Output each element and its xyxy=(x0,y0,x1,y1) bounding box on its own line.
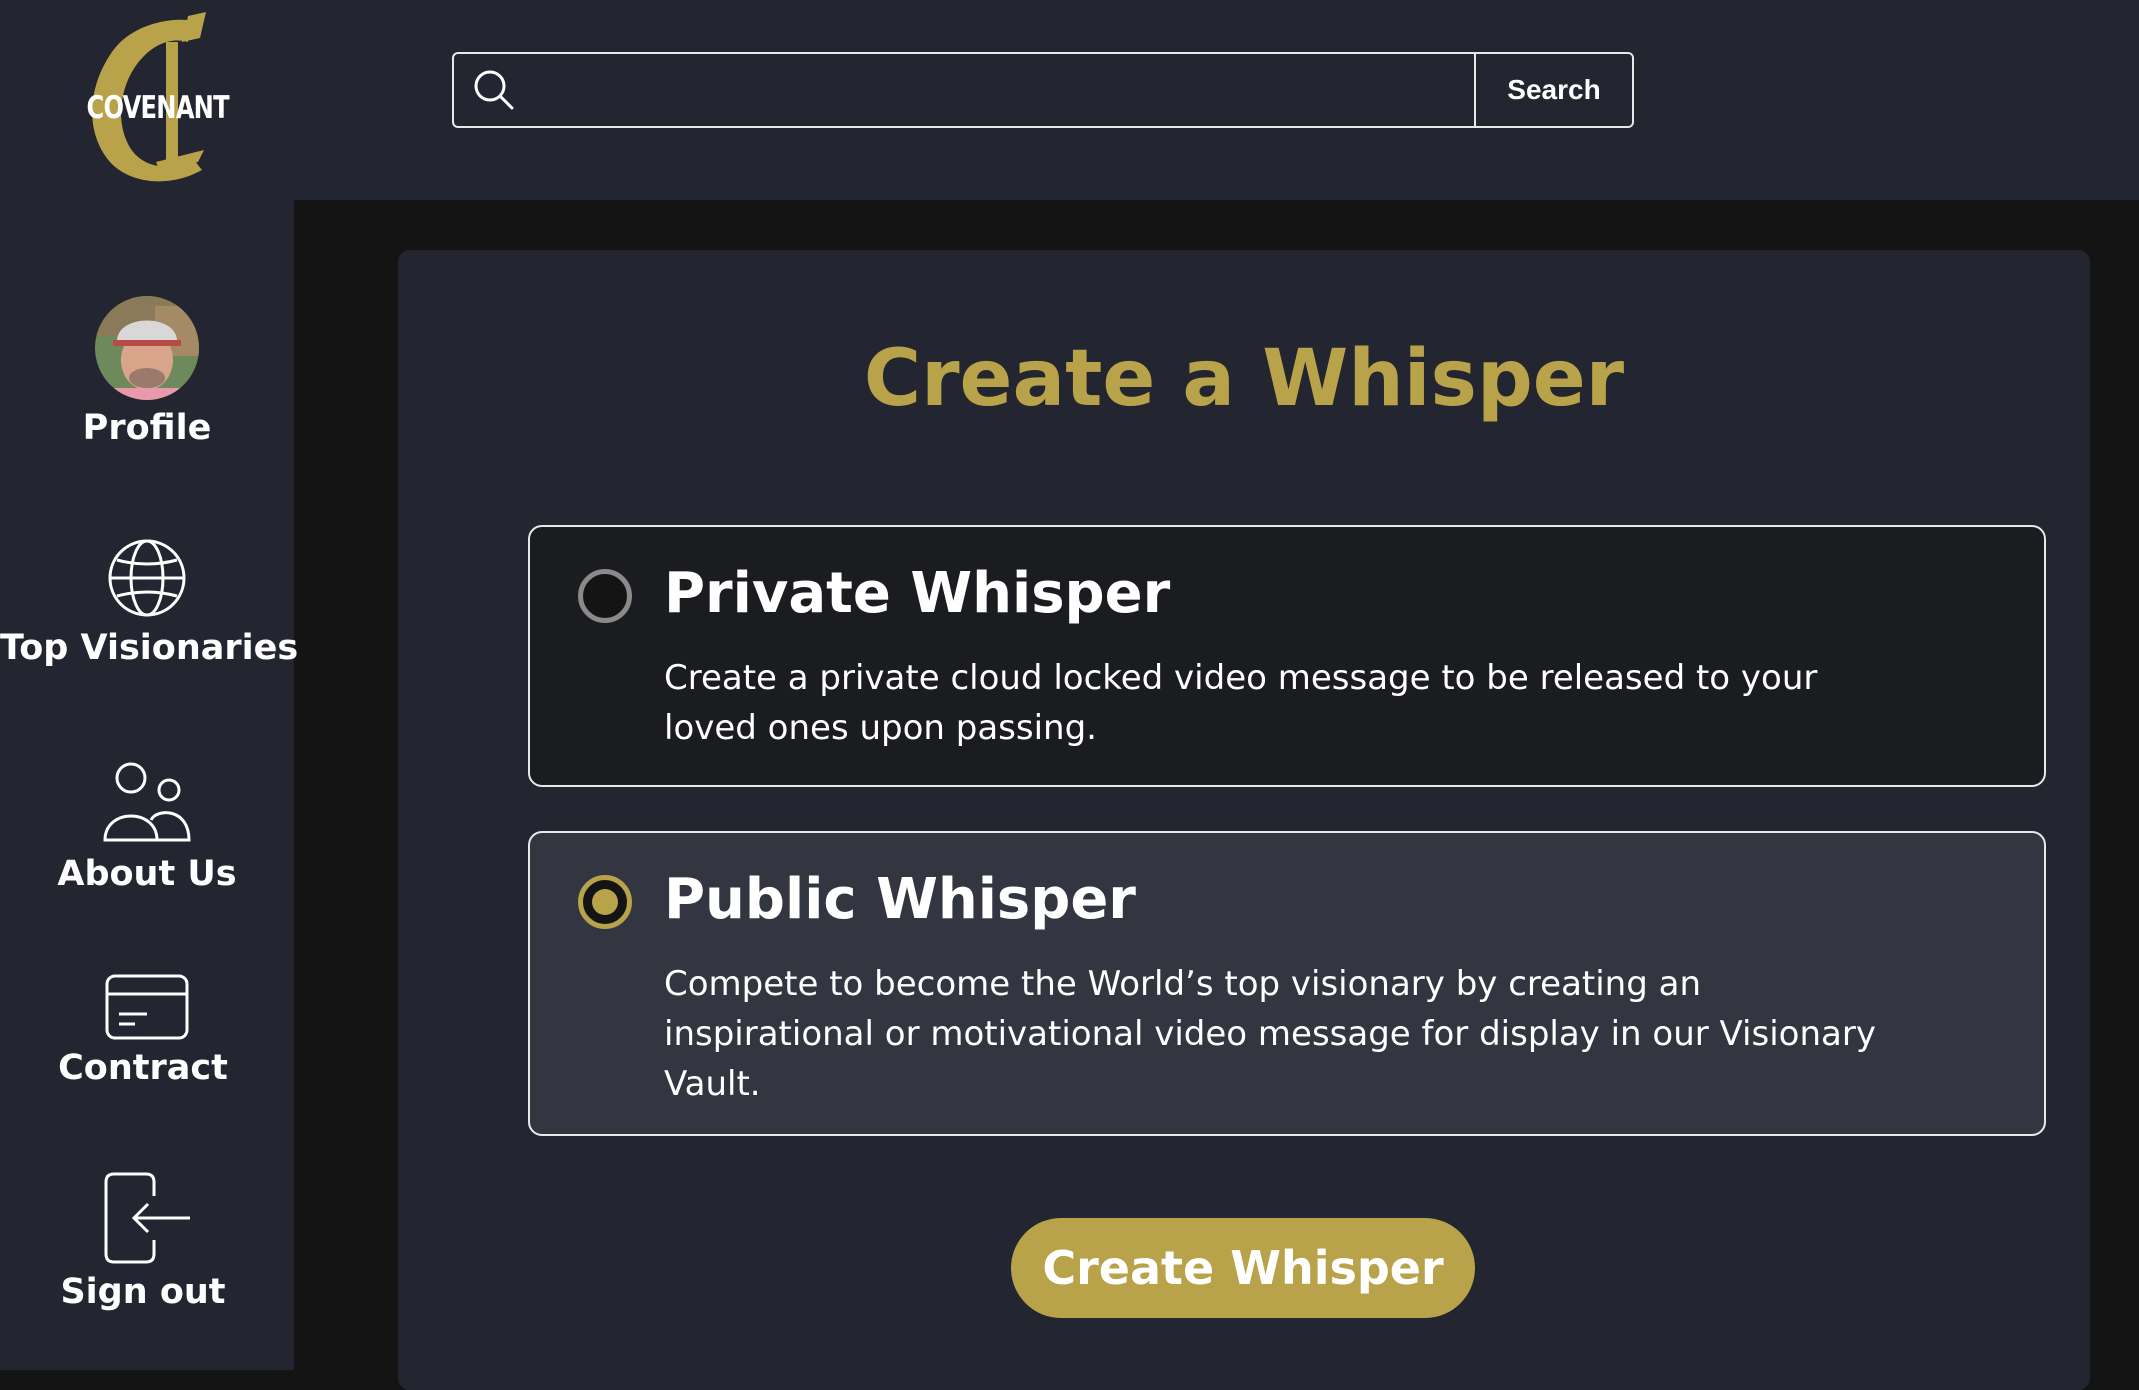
sidebar-item-sign-out[interactable]: Sign out xyxy=(0,1172,294,1312)
option-description: Compete to become the World’s top vision… xyxy=(664,964,1876,1104)
logo-wordmark: COVENANT xyxy=(86,90,230,126)
page-title: Create a Whisper xyxy=(863,334,1625,424)
public-whisper-option[interactable]: Public Whisper Compete to become the Wor… xyxy=(528,831,2046,1136)
search-button[interactable]: Search xyxy=(1474,54,1632,126)
sidebar-item-about-us[interactable]: About Us xyxy=(0,760,294,894)
sidebar-item-label: Contract xyxy=(58,1048,228,1088)
sign-out-icon xyxy=(104,1172,190,1264)
search-icon xyxy=(454,54,534,126)
sidebar-item-contract[interactable]: Contract xyxy=(0,974,294,1088)
sidebar-item-label: Top Visionaries xyxy=(0,628,299,668)
create-whisper-card: Create a Whisper Private Whisper Create … xyxy=(398,250,2090,1390)
option-title: Public Whisper xyxy=(664,867,1136,932)
credit-card-icon xyxy=(105,974,189,1040)
public-whisper-radio[interactable] xyxy=(578,875,632,929)
covenant-logo[interactable]: COVENANT xyxy=(70,12,230,184)
sidebar-item-top-visionaries[interactable]: Top Visionaries xyxy=(0,536,299,668)
private-whisper-option[interactable]: Private Whisper Create a private cloud l… xyxy=(528,525,2046,787)
option-title: Private Whisper xyxy=(664,561,1171,626)
option-description: Create a private cloud locked video mess… xyxy=(664,658,1818,748)
sidebar-item-label: Profile xyxy=(82,408,212,448)
sidebar-item-label: Sign out xyxy=(60,1272,226,1312)
search-bar: Search xyxy=(452,52,1634,128)
sidebar-item-label: About Us xyxy=(57,854,237,894)
search-input[interactable] xyxy=(534,54,1474,126)
private-whisper-radio[interactable] xyxy=(578,569,632,623)
avatar xyxy=(95,296,199,400)
sidebar xyxy=(0,0,294,1370)
people-icon xyxy=(103,762,191,842)
sidebar-item-profile[interactable]: Profile xyxy=(0,296,294,448)
globe-icon xyxy=(108,539,186,617)
create-whisper-button[interactable]: Create Whisper xyxy=(1011,1218,1475,1318)
